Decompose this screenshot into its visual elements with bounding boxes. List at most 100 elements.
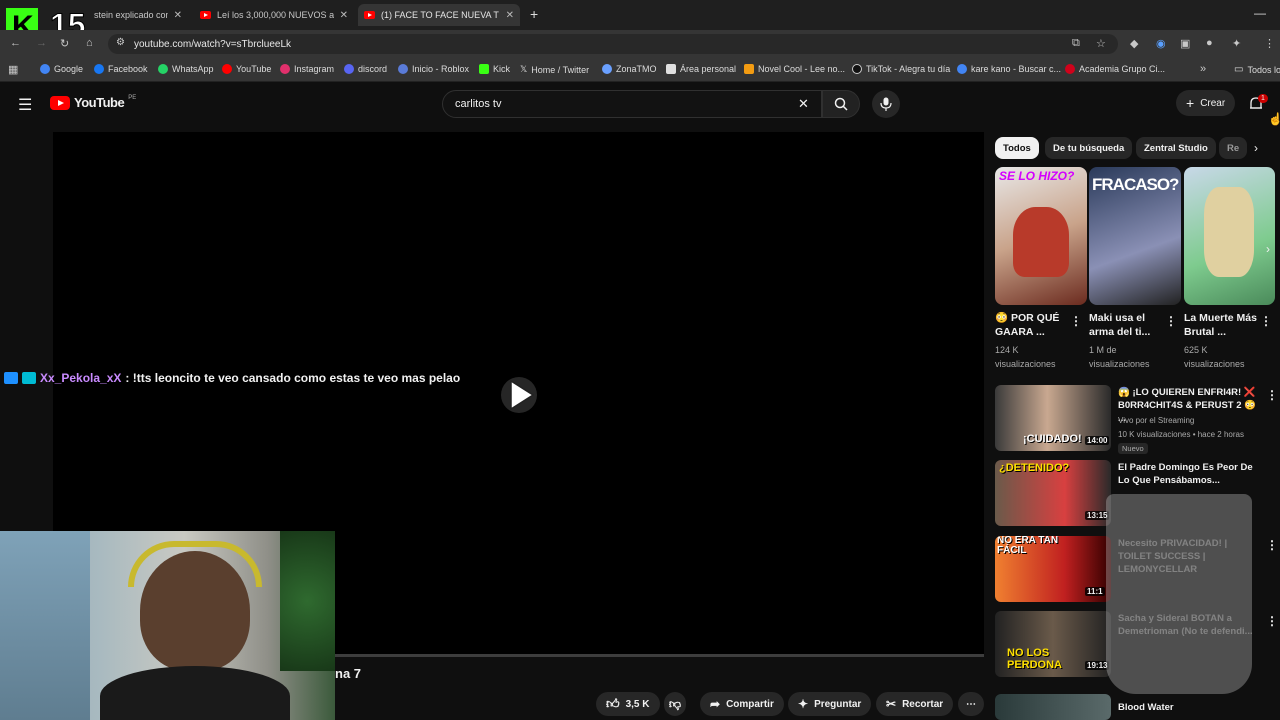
video-progress-bar[interactable] (335, 654, 984, 657)
short-thumbnail[interactable]: FRACASO? (1089, 167, 1181, 305)
novelcool-icon (744, 64, 754, 74)
extension-icon[interactable]: ◆ (1130, 37, 1138, 50)
bookmark-instagram[interactable]: Instagram (280, 64, 334, 74)
video-title[interactable]: El Padre Domingo Es Peor De Lo Que Pensá… (1118, 461, 1263, 487)
more-vertical-icon[interactable]: ⋮ (1260, 314, 1272, 328)
bookmark-discord[interactable]: discord (344, 64, 387, 74)
scissors-icon: ✂ (886, 697, 897, 711)
more-vertical-icon[interactable]: ⋮ (1165, 314, 1177, 328)
youtube-logo[interactable]: YouTube PE (50, 95, 136, 110)
bookmark-all-folder[interactable]: ▭ Todos lo (1234, 64, 1280, 75)
search-button[interactable] (822, 90, 860, 118)
video-title[interactable]: Blood Water (1118, 701, 1263, 714)
extension-icon[interactable]: ◉ (1156, 37, 1166, 50)
close-icon[interactable]: ✕ (340, 10, 348, 21)
clip-button[interactable]: ✂ Recortar (876, 692, 954, 716)
zonatmo-icon (602, 64, 612, 74)
bookmarks-overflow-icon[interactable]: » (1200, 63, 1206, 75)
menu-icon[interactable]: ⋮ (1264, 37, 1275, 50)
share-label: Compartir (726, 698, 774, 710)
clip-label: Recortar (902, 698, 944, 710)
chip-all[interactable]: Todos (995, 137, 1039, 159)
bookmark-novelcool[interactable]: Novel Cool - Lee no... (744, 64, 845, 74)
hamburger-menu-icon[interactable]: ☰ (18, 95, 32, 115)
bookmark-twitter[interactable]: 𝕏 Home / Twitter (520, 64, 589, 75)
short-thumbnail[interactable] (1184, 167, 1275, 305)
bookmark-google[interactable]: Google (40, 64, 83, 74)
page-icon (666, 64, 676, 74)
back-icon[interactable]: ← (10, 37, 21, 49)
notification-count-badge: 1 (1258, 94, 1268, 103)
bookmark-kare-kano[interactable]: kare kano - Buscar c... (957, 64, 1061, 74)
play-icon[interactable] (497, 375, 541, 415)
short-thumbnail[interactable]: SE LO HIZO? (995, 167, 1087, 305)
extensions-puzzle-icon[interactable]: ✦ (1232, 37, 1241, 50)
close-icon[interactable]: ✕ (174, 10, 182, 21)
bookmark-zonatmo[interactable]: ZonaTMO (602, 64, 657, 74)
notifications-button[interactable]: 1 (1248, 94, 1270, 114)
chip-related[interactable]: Re (1219, 137, 1247, 159)
short-title[interactable]: 😳 POR QUÉ GAARA ... (995, 311, 1069, 339)
clear-search-icon[interactable]: ✕ (798, 96, 809, 112)
thumbs-up-icon: 👍︎ (606, 696, 620, 711)
short-views: 124 K visualizaciones (995, 345, 1056, 369)
bookmark-whatsapp[interactable]: WhatsApp (158, 64, 214, 74)
bookmark-star-icon[interactable]: ☆ (1096, 37, 1106, 50)
site-info-icon[interactable]: ⚙ (116, 37, 125, 48)
more-actions-button[interactable]: ⋯ (958, 692, 984, 716)
more-vertical-icon[interactable]: ⋮ (1266, 614, 1278, 628)
tab-title: stein explicado com (94, 10, 168, 20)
video-duration: 14:00 (1085, 436, 1110, 445)
more-vertical-icon[interactable]: ⋮ (1266, 388, 1278, 402)
new-badge: Nuevo (1118, 443, 1148, 454)
channel-name[interactable]: Vivo por el Streaming (1118, 416, 1194, 425)
dislike-button[interactable]: 👎︎ (664, 692, 686, 716)
bookmark-youtube[interactable]: YouTube (222, 64, 271, 74)
bookmark-area-personal[interactable]: Área personal (666, 64, 736, 74)
chevron-right-icon[interactable]: › (1254, 141, 1258, 155)
search-input[interactable]: carlitos tv ✕ (442, 90, 822, 118)
bookmark-roblox[interactable]: Inicio - Roblox (398, 64, 469, 74)
headphones-icon (128, 541, 262, 587)
youtube-icon (222, 64, 232, 74)
new-tab-button[interactable]: + (530, 6, 538, 22)
youtube-play-logo-icon (50, 95, 70, 110)
minimize-icon[interactable]: — (1254, 6, 1266, 20)
short-views: 1 M de visualizaciones (1089, 345, 1150, 369)
x-logo-icon: 𝕏 (520, 64, 528, 74)
subscriber-badge-icon (22, 372, 36, 384)
install-app-icon[interactable]: ⧉ (1072, 37, 1080, 50)
extension-icon[interactable]: ▣ (1180, 37, 1190, 50)
ask-button[interactable]: ✦ Preguntar (788, 692, 872, 716)
roblox-icon (398, 64, 408, 74)
short-title[interactable]: La Muerte Más Brutal ... (1184, 311, 1258, 339)
chip-from-search[interactable]: De tu búsqueda (1045, 137, 1133, 159)
address-bar[interactable]: ⚙ youtube.com/watch?v=sTbrclueeLk (108, 34, 1118, 54)
share-arrow-icon: ➦ (710, 697, 721, 711)
chevron-right-icon[interactable]: › (1266, 242, 1270, 256)
whatsapp-icon (158, 64, 168, 74)
bookmark-academia[interactable]: Academia Grupo Ci... (1065, 64, 1165, 74)
tab-3-active[interactable]: (1) FACE TO FACE NUEVA TEMP ✕ (358, 4, 520, 26)
more-vertical-icon[interactable]: ⋮ (1070, 314, 1082, 328)
video-thumbnail[interactable] (995, 694, 1111, 720)
apps-grid-icon[interactable]: ▦ (8, 63, 18, 76)
voice-search-button[interactable] (872, 90, 900, 118)
tab-2[interactable]: Leí los 3,000,000 NUEVOS arch ✕ (194, 4, 354, 26)
close-icon[interactable]: ✕ (506, 10, 514, 21)
reload-icon[interactable]: ↻ (60, 37, 69, 50)
create-button[interactable]: + Crear (1176, 90, 1236, 116)
extension-icon[interactable]: ● (1206, 37, 1213, 49)
chip-zentral-studio[interactable]: Zentral Studio (1136, 137, 1216, 159)
chat-message-text: : !tts leoncito te veo cansado como esta… (125, 371, 461, 385)
share-button[interactable]: ➦ Compartir (700, 692, 784, 716)
bookmark-tiktok[interactable]: TikTok - Alegra tu día (852, 64, 950, 74)
like-button[interactable]: 👍︎ 3,5 K (596, 692, 660, 716)
bookmark-kick[interactable]: Kick (479, 64, 510, 74)
short-title[interactable]: Maki usa el arma del ti... (1089, 311, 1163, 339)
tab-1[interactable]: stein explicado com ✕ (88, 4, 188, 26)
more-vertical-icon[interactable]: ⋮ (1266, 538, 1278, 552)
bookmark-facebook[interactable]: Facebook (94, 64, 148, 74)
home-icon[interactable]: ⌂ (86, 37, 93, 49)
forward-icon[interactable]: → (36, 37, 47, 49)
